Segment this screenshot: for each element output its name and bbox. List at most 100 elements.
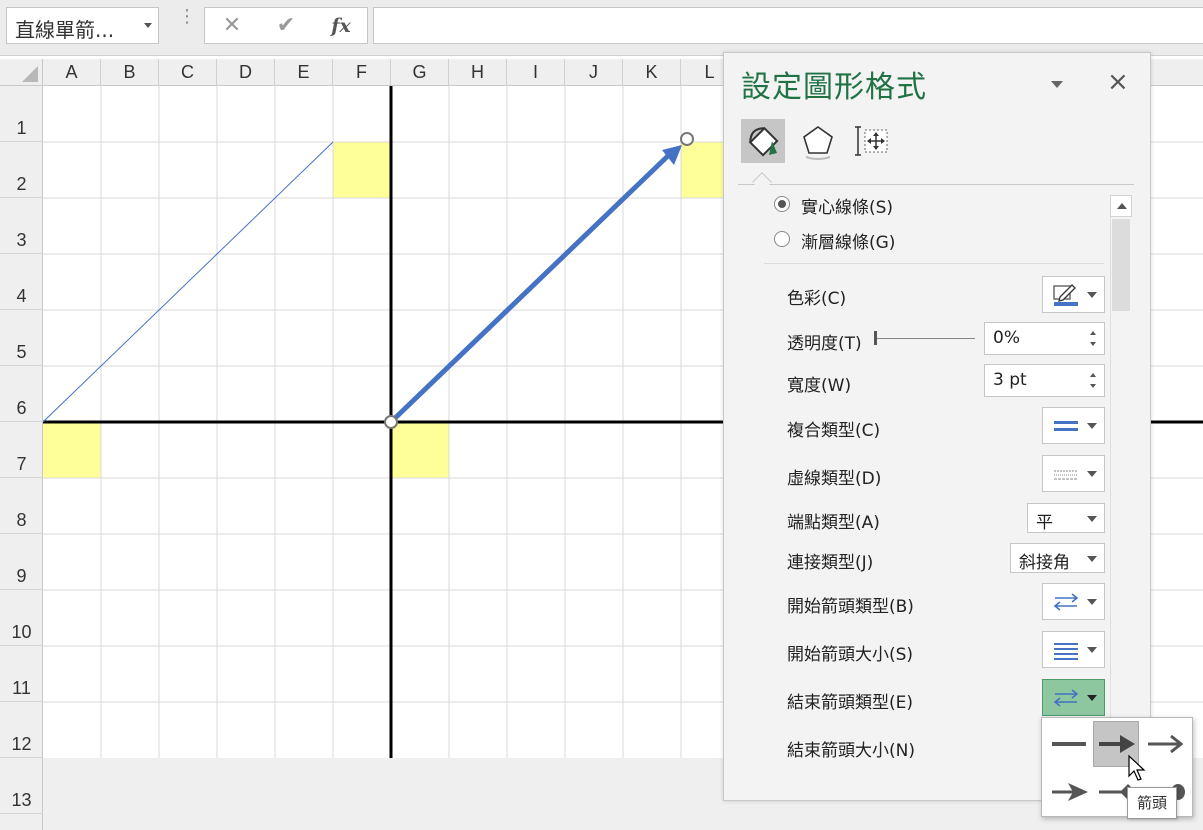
column-header-e[interactable]: E <box>275 59 333 86</box>
gradient-line-label: 漸層線條(G) <box>801 233 896 253</box>
start-handle <box>384 415 398 429</box>
row-number: 9 <box>16 566 27 586</box>
cap-type-value: 平 <box>1036 513 1053 533</box>
format-shape-pane: 設定圖形格式 × 實心線條(S) 漸層線條(G) 色彩(C) 透明度(T) 0%… <box>723 52 1151 801</box>
compound-type-label: 複合類型(C) <box>787 421 881 441</box>
row-header-3[interactable]: 3 <box>0 198 43 254</box>
row-header-6[interactable]: 6 <box>0 366 43 422</box>
selected-arrow-line <box>389 150 674 424</box>
row-number: 11 <box>12 678 31 698</box>
row-header-10[interactable]: 10 <box>0 590 43 646</box>
size-properties-tab[interactable] <box>852 119 896 163</box>
width-label: 寬度(W) <box>787 376 852 396</box>
transparency-input[interactable]: 0% <box>984 322 1105 355</box>
cap-type-select[interactable]: 平 <box>1027 503 1105 533</box>
row-number: 12 <box>11 734 32 754</box>
pen-color-icon <box>1053 284 1078 306</box>
column-header-h[interactable]: H <box>449 59 507 86</box>
chevron-down-icon <box>1087 471 1097 477</box>
spin-down-icon[interactable] <box>1090 384 1096 388</box>
section-divider <box>764 263 1104 264</box>
width-input[interactable]: 3 pt <box>984 364 1105 397</box>
transparency-slider-knob[interactable] <box>874 331 877 345</box>
paint-bucket-icon <box>748 126 779 157</box>
row-header-11[interactable]: 11 <box>0 646 43 702</box>
pane-options-icon[interactable] <box>1051 81 1063 88</box>
highlighted-cell <box>43 422 101 478</box>
chevron-down-icon <box>1087 647 1097 653</box>
compound-lines-icon <box>1054 421 1078 431</box>
pentagon-icon <box>803 126 833 160</box>
chevron-down-icon <box>1087 599 1097 605</box>
row-number: 8 <box>16 510 27 530</box>
spin-down-icon[interactable] <box>1090 342 1096 346</box>
check-icon[interactable]: ✔ <box>271 11 301 41</box>
fill-line-tab[interactable] <box>741 119 785 163</box>
row-header-13[interactable]: 13 <box>0 758 43 814</box>
more-dots-icon: ⋮ <box>178 6 196 27</box>
chevron-down-icon[interactable] <box>144 23 152 28</box>
join-type-value: 斜接角 <box>1019 553 1070 573</box>
gallery-stealth-arrow[interactable] <box>1046 769 1092 815</box>
highlighted-cell <box>333 142 391 198</box>
row-header-12[interactable]: 12 <box>0 702 43 758</box>
gallery-no-arrow[interactable] <box>1046 721 1092 767</box>
arrow-size-icon <box>1054 643 1078 660</box>
column-header-j[interactable]: J <box>565 59 623 86</box>
row-header-7[interactable]: 7 <box>0 422 43 478</box>
transparency-slider[interactable] <box>877 338 975 339</box>
row-number: 4 <box>16 286 27 306</box>
row-number: 5 <box>16 342 27 362</box>
arrow-types-icon <box>1053 689 1079 707</box>
cancel-icon[interactable]: ✕ <box>217 11 247 41</box>
dash-type-button[interactable] <box>1042 455 1105 492</box>
tab-separator <box>738 184 1134 185</box>
insert-function-icon[interactable]: fx <box>326 11 356 41</box>
select-all-button[interactable] <box>0 59 43 86</box>
column-header-c[interactable]: C <box>159 59 217 86</box>
scroll-thumb[interactable] <box>1112 219 1130 311</box>
row-header-5[interactable]: 5 <box>0 310 43 366</box>
row-header-4[interactable]: 4 <box>0 254 43 310</box>
column-header-b[interactable]: B <box>101 59 159 86</box>
row-header-8[interactable]: 8 <box>0 478 43 534</box>
column-header-d[interactable]: D <box>217 59 275 86</box>
column-header-f[interactable]: F <box>333 59 391 86</box>
spin-up-icon[interactable] <box>1090 331 1096 335</box>
gallery-tooltip: 箭頭 <box>1127 787 1177 819</box>
row-header-2[interactable]: 2 <box>0 142 43 198</box>
chevron-down-icon <box>1087 423 1097 429</box>
arrow-types-icon <box>1053 593 1079 611</box>
effects-tab[interactable] <box>796 119 840 163</box>
join-type-label: 連接類型(J) <box>787 553 874 573</box>
column-header-g[interactable]: G <box>391 59 449 86</box>
end-handle <box>680 132 694 146</box>
end-arrow-size-label: 結束箭頭大小(N) <box>787 741 915 761</box>
row-number: 10 <box>11 622 32 642</box>
size-properties-icon <box>855 126 888 156</box>
column-header-a[interactable]: A <box>43 59 101 86</box>
radio-gradient-line[interactable] <box>774 231 790 247</box>
radio-solid-line[interactable] <box>774 196 790 212</box>
line-color-button[interactable] <box>1042 276 1105 313</box>
chevron-down-icon <box>1087 516 1097 522</box>
formula-input[interactable] <box>373 7 1203 44</box>
join-type-select[interactable]: 斜接角 <box>1010 543 1105 573</box>
row-header-1[interactable]: 1 <box>0 86 43 142</box>
width-value: 3 pt <box>993 370 1027 390</box>
column-header-k[interactable]: K <box>623 59 681 86</box>
chevron-down-icon <box>1087 292 1097 298</box>
begin-arrow-type-button[interactable] <box>1042 583 1105 620</box>
row-number: 6 <box>16 398 27 418</box>
begin-arrow-size-button[interactable] <box>1042 631 1105 668</box>
compound-type-button[interactable] <box>1042 407 1105 444</box>
close-icon[interactable]: × <box>1107 67 1129 97</box>
row-header-9[interactable]: 9 <box>0 534 43 590</box>
color-label: 色彩(C) <box>787 289 847 309</box>
end-arrow-type-button[interactable] <box>1042 679 1105 716</box>
spin-up-icon[interactable] <box>1090 373 1096 377</box>
name-box[interactable]: 直線單箭... <box>6 7 159 44</box>
scroll-up-button[interactable] <box>1110 195 1132 217</box>
column-header-i[interactable]: I <box>507 59 565 86</box>
chevron-down-icon <box>1087 556 1097 562</box>
